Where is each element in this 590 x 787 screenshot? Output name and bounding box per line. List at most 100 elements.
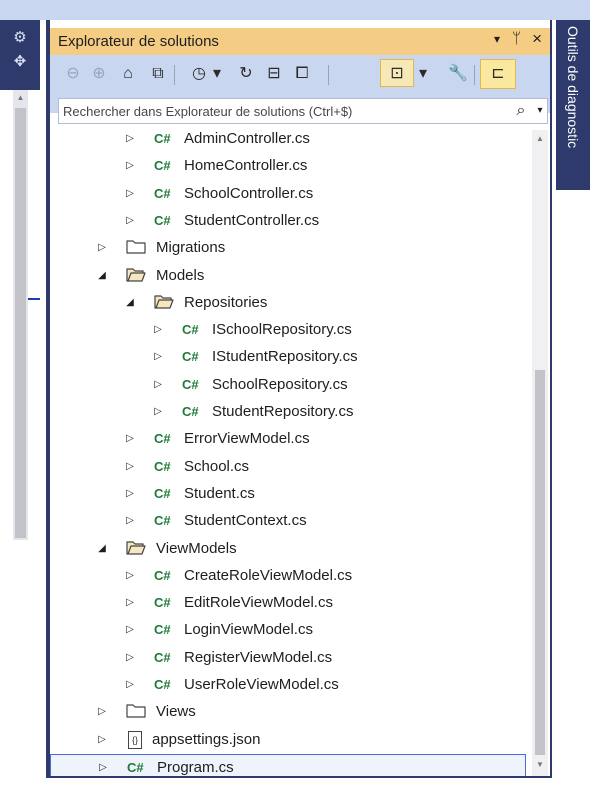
move-icon[interactable]: ✥ [10, 52, 30, 72]
toolbar-separator [474, 65, 475, 85]
tree-item[interactable]: ◢ Repositories [50, 290, 526, 317]
tree-item[interactable]: ◢ Models [50, 263, 526, 290]
tree-item-label: HomeController.cs [184, 157, 308, 175]
scroll-down-icon[interactable]: ▼ [532, 760, 548, 772]
preview-icon[interactable]: ⊏ [486, 63, 510, 85]
left-scroll-up-icon[interactable]: ▲ [13, 93, 28, 105]
tree-item[interactable]: ▷ C# LoginViewModel.cs [50, 617, 526, 644]
expand-arrow-icon[interactable]: ▷ [124, 513, 136, 529]
tree-item-label: UserRoleViewModel.cs [184, 676, 339, 693]
expand-arrow-icon[interactable]: ▷ [124, 213, 136, 229]
pin-icon[interactable]: ᛘ [512, 30, 521, 47]
tree-item[interactable]: ▷ C# IStudentRepository.cs [50, 344, 526, 371]
left-scrollbar-thumb[interactable] [15, 108, 26, 538]
tree-view-icon[interactable]: ⊡ [386, 63, 408, 85]
tree-item[interactable]: ▷ C# StudentRepository.cs [50, 399, 526, 426]
csharp-file-icon: C# [182, 404, 199, 419]
tree-item-label: Program.cs [157, 758, 234, 776]
tree-item[interactable]: ▷ C# UserRoleViewModel.cs [50, 672, 526, 699]
tree-item[interactable]: ▷ {} appsettings.json [50, 727, 526, 754]
tree-item[interactable]: ▷ C# StudentContext.cs [50, 508, 526, 535]
csharp-file-icon: C# [154, 431, 171, 447]
tree-item[interactable]: ▷ C# HomeController.cs [50, 153, 526, 180]
tree-item[interactable]: ▷ Migrations [50, 235, 526, 262]
expand-arrow-icon[interactable]: ▷ [152, 377, 164, 393]
vs-icon[interactable]: ⧉ [146, 63, 170, 85]
expand-arrow-icon[interactable]: ▷ [152, 404, 164, 420]
refresh-icon[interactable]: ↻ [234, 63, 258, 85]
collapse-arrow-icon[interactable]: ◢ [96, 541, 108, 557]
search-icon[interactable]: ⌕ [511, 100, 531, 122]
tree-item-label: Student.cs [184, 484, 255, 502]
tree-item[interactable]: ▷ C# Program.cs [50, 753, 526, 776]
panel-title-bar[interactable]: Explorateur de solutions ▾ ᛘ × [50, 28, 550, 55]
json-file-icon: {} [128, 730, 142, 749]
tree-item[interactable]: ▷ C# School.cs [50, 454, 526, 481]
expand-arrow-icon[interactable]: ▷ [124, 158, 136, 174]
tree-item-label: RegisterViewModel.cs [184, 648, 333, 666]
expand-arrow-icon[interactable]: ▷ [96, 240, 108, 256]
tree-item[interactable]: ▷ C# RegisterViewModel.cs [50, 645, 526, 672]
csharp-file-icon: C# [154, 131, 171, 146]
expand-arrow-icon[interactable]: ▷ [96, 732, 108, 748]
tree-item[interactable]: ▷ C# AdminController.cs [50, 126, 526, 153]
search-box[interactable]: ⌕ ▾ [58, 98, 548, 124]
tree-item[interactable]: ▷ Views [50, 699, 526, 726]
diagnostic-tools-tab-label[interactable]: Outils de diagnostic [558, 26, 588, 186]
expand-arrow-icon[interactable]: ▷ [124, 595, 136, 611]
csharp-file-icon: C# [127, 759, 144, 775]
tree-dropdown-icon[interactable]: ▾ [416, 63, 430, 85]
expand-arrow-icon[interactable]: ▷ [124, 677, 136, 693]
scroll-up-icon[interactable]: ▲ [532, 134, 548, 146]
tree-item-label: ISchoolRepository.cs [212, 321, 352, 339]
expand-arrow-icon[interactable]: ▷ [152, 322, 164, 338]
history-dropdown-icon[interactable]: ▾ [210, 63, 224, 85]
tree-item-label: SchoolController.cs [184, 184, 314, 202]
expand-arrow-icon[interactable]: ▷ [124, 486, 136, 502]
collapse-arrow-icon[interactable]: ◢ [96, 268, 108, 284]
expand-arrow-icon[interactable]: ▷ [124, 568, 136, 584]
search-options-dropdown-icon[interactable]: ▾ [533, 100, 547, 122]
tree-item-label: LoginViewModel.cs [184, 621, 313, 639]
close-icon[interactable]: × [532, 29, 542, 49]
tree-item[interactable]: ▷ C# SchoolController.cs [50, 181, 526, 208]
forward-icon[interactable]: ⊕ [88, 63, 110, 85]
folder-open-icon [154, 295, 174, 309]
expand-arrow-icon[interactable]: ▷ [124, 459, 136, 475]
expand-arrow-icon[interactable]: ▷ [96, 704, 108, 720]
tree-item[interactable]: ▷ C# CreateRoleViewModel.cs [50, 563, 526, 590]
history-icon[interactable]: ◷ [188, 63, 210, 85]
expand-arrow-icon[interactable]: ▷ [124, 131, 136, 147]
csharp-file-icon: C# [154, 185, 171, 201]
window-position-dropdown-icon[interactable]: ▾ [494, 32, 500, 46]
tree-item[interactable]: ▷ C# SchoolRepository.cs [50, 372, 526, 399]
solution-explorer-panel: Explorateur de solutions ▾ ᛘ × ⊖ ⊕ ⌂ ⧉ ◷ ▾ ↻ ⊟ ⧠… [46, 20, 552, 778]
collapse-arrow-icon[interactable]: ◢ [124, 295, 136, 311]
back-icon[interactable]: ⊖ [62, 63, 84, 85]
expand-arrow-icon[interactable]: ▷ [152, 349, 164, 365]
tree-item[interactable]: ▷ C# ISchoolRepository.cs [50, 317, 526, 344]
home-icon[interactable]: ⌂ [116, 63, 140, 85]
tree-item[interactable]: ◢ ViewModels [50, 536, 526, 563]
csharp-file-icon: C# [154, 567, 171, 583]
expand-arrow-icon[interactable]: ▷ [124, 622, 136, 638]
search-input[interactable] [61, 101, 501, 121]
solution-tree: ▷ C# AdminController.cs ▷ C# HomeController.c… [50, 126, 530, 776]
wrench-icon[interactable]: 🔧 [446, 63, 470, 85]
toolbar-separator [328, 65, 329, 85]
tree-item[interactable]: ▷ C# Student.cs [50, 481, 526, 508]
collapse-icon[interactable]: ⊟ [262, 63, 286, 85]
expand-arrow-icon[interactable]: ▷ [124, 650, 136, 666]
scrollbar-thumb[interactable] [535, 370, 545, 755]
tree-item-label: SchoolRepository.cs [212, 375, 348, 393]
folder-open-icon [126, 267, 146, 282]
copy-icon[interactable]: ⧠ [290, 63, 314, 85]
expand-arrow-icon[interactable]: ▷ [124, 431, 136, 447]
tree-item[interactable]: ▷ C# EditRoleViewModel.cs [50, 590, 526, 617]
expand-arrow-icon[interactable]: ▷ [124, 186, 136, 202]
expand-arrow-icon[interactable]: ▷ [97, 760, 109, 776]
tree-item[interactable]: ▷ C# StudentController.cs [50, 208, 526, 235]
tree-scrollbar[interactable]: ▲ ▼ [532, 130, 548, 776]
gear-icon[interactable]: ⚙ [10, 28, 30, 48]
tree-item[interactable]: ▷ C# ErrorViewModel.cs [50, 426, 526, 453]
